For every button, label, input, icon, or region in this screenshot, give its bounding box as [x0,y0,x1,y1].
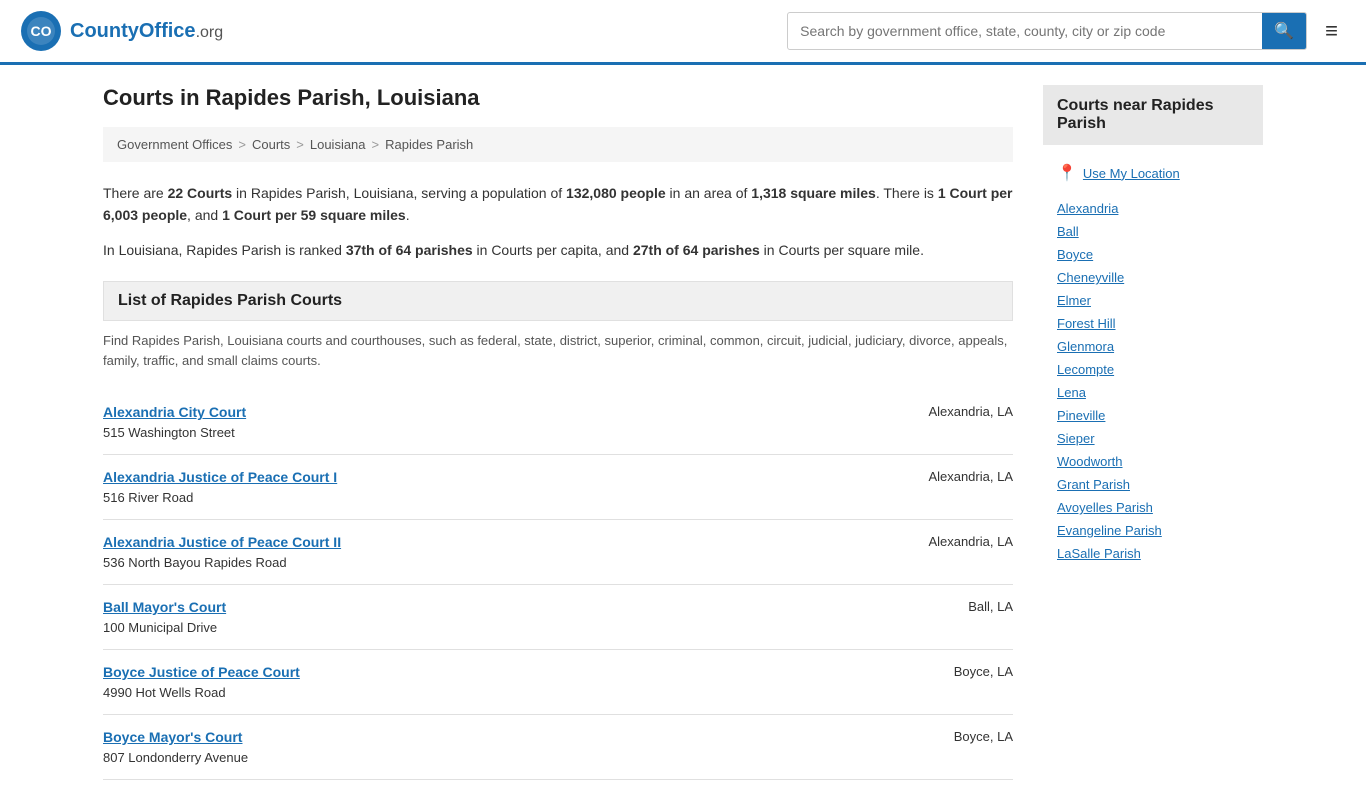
court-address: 100 Municipal Drive [103,620,217,635]
sidebar-parishes: Grant ParishAvoyelles ParishEvangeline P… [1043,473,1263,565]
court-name[interactable]: Alexandria City Court [103,404,246,420]
sidebar-item-city[interactable]: Boyce [1043,243,1263,266]
sidebar-item-city[interactable]: Glenmora [1043,335,1263,358]
sidebar-item-city[interactable]: Sieper [1043,427,1263,450]
logo-text: CountyOffice.org [70,20,223,43]
menu-button[interactable]: ≡ [1317,14,1346,48]
logo-name: CountyOffice [70,20,196,42]
section-heading: List of Rapides Parish Courts [103,281,1013,321]
info-and: , and [187,207,222,223]
court-name[interactable]: Boyce Justice of Peace Court [103,664,300,680]
court-city: Alexandria, LA [928,534,1013,549]
court-address: 516 River Road [103,490,193,505]
sidebar-item-city[interactable]: Lecompte [1043,358,1263,381]
rank-capita: 37th of 64 parishes [346,242,473,258]
info2-pre: In Louisiana, Rapides Parish is ranked [103,242,346,258]
court-city: Alexandria, LA [928,469,1013,484]
sidebar-item-city[interactable]: Forest Hill [1043,312,1263,335]
info2-post: in Courts per square mile. [760,242,924,258]
sidebar-cities: AlexandriaBallBoyceCheneyvilleElmerFores… [1043,197,1263,473]
main-container: Courts in Rapides Parish, Louisiana Gove… [83,65,1283,800]
info-paragraph-2: In Louisiana, Rapides Parish is ranked 3… [103,239,1013,261]
table-row: Boyce Justice of Peace Court 4990 Hot We… [103,650,1013,715]
page-title: Courts in Rapides Parish, Louisiana [103,85,1013,111]
sidebar-item-city[interactable]: Ball [1043,220,1263,243]
population: 132,080 people [566,185,666,201]
sidebar-item-city[interactable]: Lena [1043,381,1263,404]
header-right: 🔍 ≡ [787,12,1346,50]
info-end: . [406,207,410,223]
logo-suffix: .org [196,24,224,41]
sidebar: Courts near Rapides Parish 📍 Use My Loca… [1043,85,1263,780]
sidebar-item-parish[interactable]: Avoyelles Parish [1043,496,1263,519]
table-row: Alexandria City Court 515 Washington Str… [103,390,1013,455]
location-icon: 📍 [1057,163,1077,183]
rank-sqmile: 27th of 64 parishes [633,242,760,258]
court-name[interactable]: Boyce Mayor's Court [103,729,248,745]
court-item-left: Alexandria Justice of Peace Court I 516 … [103,469,337,505]
search-input[interactable] [788,15,1262,47]
court-list: Alexandria City Court 515 Washington Str… [103,390,1013,780]
court-item-left: Boyce Mayor's Court 807 Londonderry Aven… [103,729,248,765]
breadcrumb-gov[interactable]: Government Offices [117,137,232,152]
breadcrumb-louisiana[interactable]: Louisiana [310,137,366,152]
courts-count: 22 Courts [168,185,233,201]
sidebar-item-city[interactable]: Pineville [1043,404,1263,427]
breadcrumb-sep-1: > [238,137,246,152]
breadcrumb-sep-3: > [372,137,380,152]
search-button[interactable]: 🔍 [1262,13,1306,49]
info-post: . There is [876,185,938,201]
table-row: Ball Mayor's Court 100 Municipal Drive B… [103,585,1013,650]
court-city: Alexandria, LA [928,404,1013,419]
info-pre: There are [103,185,168,201]
content-area: Courts in Rapides Parish, Louisiana Gove… [103,85,1013,780]
header: CO CountyOffice.org 🔍 ≡ [0,0,1366,65]
table-row: Boyce Mayor's Court 807 Londonderry Aven… [103,715,1013,780]
court-item-left: Boyce Justice of Peace Court 4990 Hot We… [103,664,300,700]
court-item-left: Alexandria City Court 515 Washington Str… [103,404,246,440]
sidebar-item-city[interactable]: Cheneyville [1043,266,1263,289]
sidebar-item-parish[interactable]: Evangeline Parish [1043,519,1263,542]
table-row: Alexandria Justice of Peace Court II 536… [103,520,1013,585]
logo-icon: CO [20,10,62,52]
logo-area: CO CountyOffice.org [20,10,223,52]
breadcrumb: Government Offices > Courts > Louisiana … [103,127,1013,162]
court-address: 536 North Bayou Rapides Road [103,555,287,570]
sidebar-item-parish[interactable]: Grant Parish [1043,473,1263,496]
court-name[interactable]: Alexandria Justice of Peace Court II [103,534,341,550]
breadcrumb-sep-2: > [296,137,304,152]
sidebar-item-parish[interactable]: LaSalle Parish [1043,542,1263,565]
sidebar-title: Courts near Rapides Parish [1043,85,1263,145]
court-city: Boyce, LA [954,729,1013,744]
info-mid2: in an area of [666,185,752,201]
use-location-link[interactable]: Use My Location [1083,166,1180,181]
per-sqmile: 1 Court per 59 square miles [222,207,406,223]
sidebar-item-city[interactable]: Alexandria [1043,197,1263,220]
court-city: Ball, LA [968,599,1013,614]
court-address: 807 Londonderry Avenue [103,750,248,765]
breadcrumb-courts[interactable]: Courts [252,137,290,152]
svg-text:CO: CO [31,23,52,39]
section-desc: Find Rapides Parish, Louisiana courts an… [103,331,1013,370]
court-address: 515 Washington Street [103,425,235,440]
sidebar-item-city[interactable]: Woodworth [1043,450,1263,473]
info2-mid: in Courts per capita, and [473,242,633,258]
info-paragraph-1: There are 22 Courts in Rapides Parish, L… [103,182,1013,227]
court-item-left: Ball Mayor's Court 100 Municipal Drive [103,599,226,635]
area: 1,318 square miles [751,185,876,201]
sidebar-item-city[interactable]: Elmer [1043,289,1263,312]
court-city: Boyce, LA [954,664,1013,679]
use-location-row: 📍 Use My Location [1043,157,1263,189]
breadcrumb-current: Rapides Parish [385,137,473,152]
search-bar: 🔍 [787,12,1307,50]
info-mid: in Rapides Parish, Louisiana, serving a … [232,185,566,201]
table-row: Alexandria Justice of Peace Court I 516 … [103,455,1013,520]
court-item-left: Alexandria Justice of Peace Court II 536… [103,534,341,570]
court-address: 4990 Hot Wells Road [103,685,226,700]
court-name[interactable]: Ball Mayor's Court [103,599,226,615]
court-name[interactable]: Alexandria Justice of Peace Court I [103,469,337,485]
